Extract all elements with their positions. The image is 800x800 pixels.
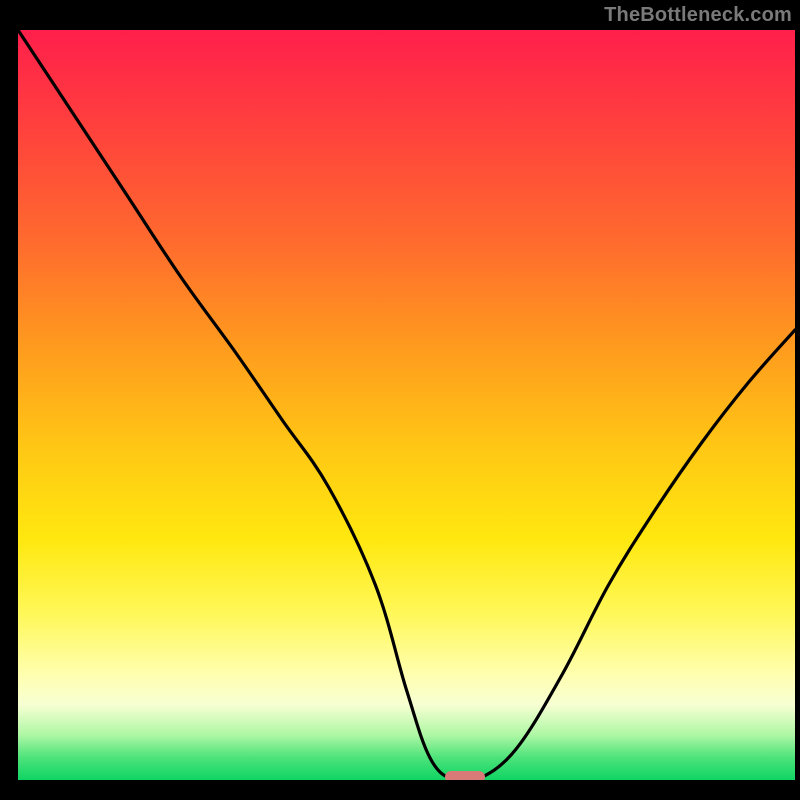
chart-frame: TheBottleneck.com <box>0 0 800 800</box>
bottleneck-curve <box>18 30 795 780</box>
attribution-text: TheBottleneck.com <box>604 4 792 27</box>
optimal-marker <box>445 771 485 780</box>
plot-area <box>18 30 795 780</box>
